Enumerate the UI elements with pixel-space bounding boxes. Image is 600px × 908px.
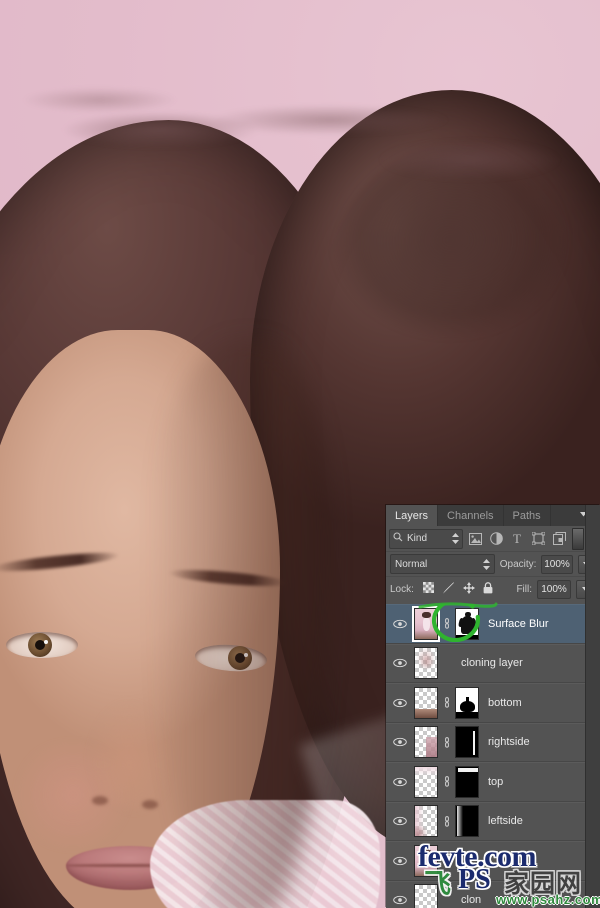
fill-label: Fill: (516, 584, 532, 595)
smart-object-icon[interactable] (550, 530, 568, 548)
blend-mode-value: Normal (395, 559, 427, 570)
svg-text:T: T (513, 532, 521, 545)
table-row[interactable]: cloning layer (386, 644, 586, 684)
table-row[interactable]: top (386, 762, 586, 802)
layer-visibility-toggle[interactable] (389, 895, 411, 905)
layer-name: clon (461, 894, 481, 906)
image-icon[interactable] (466, 530, 484, 548)
checkerboard-icon[interactable] (423, 582, 434, 596)
filter-power-toggle[interactable] (572, 528, 584, 550)
blend-mode-select[interactable]: Normal (390, 554, 495, 574)
table-row[interactable]: rightside (386, 723, 586, 763)
table-row[interactable]: bottom (386, 683, 586, 723)
layer-visibility-toggle[interactable] (389, 698, 411, 708)
lock-fill-row[interactable]: Lock: (386, 576, 600, 601)
padlock-icon[interactable] (483, 582, 493, 597)
nostril-right (142, 800, 158, 809)
layer-thumbnail[interactable] (414, 647, 438, 679)
layer-mask-link-icon[interactable] (441, 697, 452, 708)
tab-channels-label: Channels (447, 510, 493, 522)
layer-visibility-toggle[interactable] (389, 619, 411, 629)
layer-name: top (488, 776, 503, 788)
blend-opacity-row[interactable]: Normal Opacity: 100% (386, 551, 600, 576)
tab-paths[interactable]: Paths (504, 505, 551, 526)
table-row[interactable]: leftside (386, 802, 586, 842)
opacity-label: Opacity: (500, 559, 537, 570)
layer-thumbnail[interactable] (414, 845, 438, 877)
lock-label: Lock: (390, 584, 414, 595)
layers-panel[interactable]: Layers Channels Paths (386, 505, 600, 908)
nostril-left (92, 796, 108, 805)
stepper-updown-icon[interactable] (452, 533, 459, 544)
layer-filter-row[interactable]: Kind (386, 526, 600, 551)
layer-mask-link-icon[interactable] (441, 776, 452, 787)
opacity-input[interactable]: 100% (541, 555, 572, 574)
layer-thumbnail[interactable] (414, 884, 438, 908)
layer-mask-link-icon[interactable] (441, 816, 452, 827)
layer-visibility-toggle[interactable] (389, 737, 411, 747)
layer-name: leftside (488, 815, 523, 827)
shape-bbox-icon[interactable] (529, 530, 547, 548)
tab-paths-label: Paths (513, 510, 541, 522)
table-row[interactable] (386, 841, 586, 881)
tab-layers-label: Layers (395, 510, 428, 522)
layer-mask-thumbnail[interactable] (455, 608, 479, 640)
adjustment-circle-icon[interactable] (487, 530, 505, 548)
layer-thumbnail[interactable] (414, 766, 438, 798)
eye-glint-left (44, 640, 48, 644)
layer-mask-thumbnail[interactable] (455, 766, 479, 798)
layer-mask-thumbnail[interactable] (455, 687, 479, 719)
filter-kind-select[interactable]: Kind (389, 529, 463, 549)
screenshot-root: Layers Channels Paths (0, 0, 600, 908)
layer-name: cloning layer (461, 657, 523, 669)
layer-name: rightside (488, 736, 530, 748)
layer-mask-link-icon[interactable] (441, 618, 452, 629)
blend-stepper-icon[interactable] (483, 559, 490, 570)
tab-layers[interactable]: Layers (386, 505, 438, 526)
layer-thumbnail[interactable] (414, 608, 438, 640)
layer-thumbnail[interactable] (414, 805, 438, 837)
layer-visibility-toggle[interactable] (389, 816, 411, 826)
opacity-value: 100% (544, 559, 570, 570)
tab-channels[interactable]: Channels (438, 505, 503, 526)
brush-icon[interactable] (442, 582, 455, 597)
layer-visibility-toggle[interactable] (389, 856, 411, 866)
fill-value: 100% (541, 584, 567, 595)
table-row[interactable]: clon (386, 881, 586, 908)
layer-mask-link-icon[interactable] (441, 737, 452, 748)
panel-scroll-gutter[interactable] (585, 505, 600, 908)
panel-tab-bar[interactable]: Layers Channels Paths (386, 505, 600, 526)
lock-icon-group[interactable] (423, 582, 493, 597)
layer-thumbnail[interactable] (414, 687, 438, 719)
layer-mask-thumbnail[interactable] (455, 726, 479, 758)
layer-thumbnail[interactable] (414, 726, 438, 758)
layer-name: bottom (488, 697, 522, 709)
fill-input[interactable]: 100% (537, 580, 571, 599)
type-T-icon[interactable]: T (508, 530, 526, 548)
layer-name: Surface Blur (488, 618, 549, 630)
table-row[interactable]: Surface Blur (386, 604, 586, 644)
layer-visibility-toggle[interactable] (389, 658, 411, 668)
move-arrows-icon[interactable] (463, 582, 475, 597)
layers-list[interactable]: Surface Blur (386, 604, 586, 908)
layer-mask-thumbnail[interactable] (455, 805, 479, 837)
layer-visibility-toggle[interactable] (389, 777, 411, 787)
filter-kind-label: Kind (407, 533, 427, 544)
search-icon (393, 532, 403, 545)
